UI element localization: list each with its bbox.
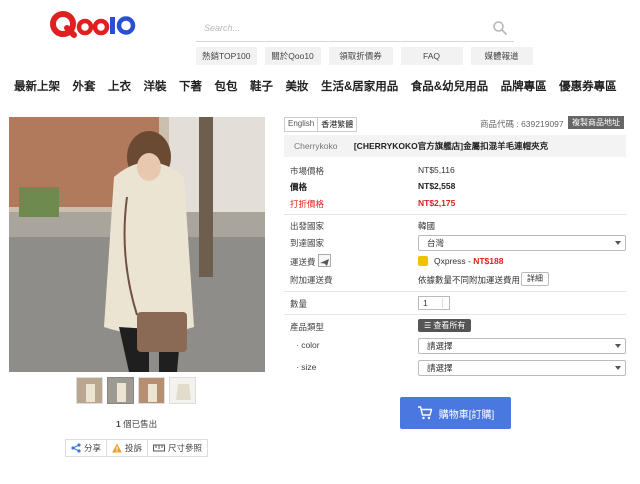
quick-link-coupon[interactable]: 領取折價券 (328, 47, 393, 65)
origin-country: 韓國 (418, 221, 436, 231)
divider (284, 314, 626, 315)
price: NT$2,558 (418, 181, 456, 191)
destination-country-select[interactable]: 台灣 (418, 235, 626, 251)
chevron-down-icon (615, 241, 621, 245)
product-code: 商品代碼 : 639219097 (480, 119, 564, 129)
quick-link-media[interactable]: 媒體報道 (470, 47, 533, 65)
category-dress[interactable]: 洋裝 (144, 78, 167, 94)
category-outer[interactable]: 外套 (73, 78, 96, 94)
airplane-icon (318, 254, 331, 267)
chevron-down-icon (615, 344, 621, 348)
language-switch: English 香港繁體 (284, 117, 358, 132)
extra-shipping-text: 依據數量不同附加運送費用 (418, 275, 521, 285)
product-name: [CHERRYKOKO官方旗艦店]金屬扣混羊毛連帽夾克 (353, 141, 549, 151)
share-icon (71, 443, 81, 453)
quantity-label: 數量 (290, 299, 308, 309)
lang-english[interactable]: English (284, 117, 319, 132)
category-bags[interactable]: 包包 (215, 78, 238, 94)
price-label: 價格 (290, 182, 308, 192)
quick-link-top100[interactable]: 熱銷TOP100 (196, 47, 257, 65)
category-new[interactable]: 最新上架 (14, 78, 60, 94)
qoo10-logo[interactable] (50, 10, 136, 40)
size-select[interactable]: 請選擇 (418, 360, 626, 376)
quick-link-about[interactable]: 關於Qoo10 (264, 47, 321, 65)
quantity-stepper[interactable]: 1 (418, 296, 450, 310)
category-beauty[interactable]: 美妝 (286, 78, 309, 94)
ruler-icon (153, 444, 166, 452)
destination-country-label: 到達國家 (290, 238, 325, 248)
list-icon: ☰ (424, 321, 434, 330)
sold-count: 1 個已售出 (116, 419, 158, 429)
product-type-label: 產品類型 (290, 322, 325, 332)
brand-name[interactable]: Cherrykoko (294, 141, 337, 151)
search-input[interactable]: Search... (204, 23, 240, 33)
category-food[interactable]: 食品&幼兒用品 (411, 78, 488, 94)
category-coupons[interactable]: 優惠券專區 (559, 78, 617, 94)
search-icon[interactable] (492, 20, 508, 36)
shipping-fee-label: 運送費 (290, 257, 316, 267)
thumbnail[interactable] (76, 377, 103, 404)
category-home[interactable]: 生活&居家用品 (321, 78, 398, 94)
search-box[interactable]: Search... (196, 16, 514, 42)
category-bottoms[interactable]: 下著 (179, 78, 202, 94)
product-title-bar: Cherrykoko [CHERRYKOKO官方旗艦店]金屬扣混羊毛連帽夾克 (284, 135, 626, 157)
shipping-method: Qxpress - NT$188 (434, 256, 504, 266)
origin-country-label: 出發國家 (290, 221, 325, 231)
discount-price: NT$2,175 (418, 198, 456, 208)
cart-icon (417, 406, 432, 420)
product-main-image[interactable] (9, 117, 265, 372)
divider (284, 291, 626, 292)
share-button[interactable]: 分享 (65, 439, 108, 457)
thumbnail[interactable] (169, 377, 196, 404)
color-select[interactable]: 請選擇 (418, 338, 626, 354)
lang-hk-traditional[interactable]: 香港繁體 (317, 117, 358, 132)
add-to-cart-button[interactable]: 購物車[訂購] (400, 397, 511, 429)
divider (284, 214, 626, 215)
stepper-arrows[interactable] (442, 298, 448, 308)
category-tops[interactable]: 上衣 (108, 78, 131, 94)
quick-links: 熱銷TOP100 關於Qoo10 領取折價券 FAQ 媒體報道 (196, 47, 533, 65)
size-reference-button[interactable]: 尺寸參照 (147, 439, 209, 457)
category-shoes[interactable]: 鞋子 (250, 78, 273, 94)
market-price-label: 市場價格 (290, 166, 325, 176)
category-brands[interactable]: 品牌專區 (501, 78, 547, 94)
thumbnail[interactable] (107, 377, 134, 404)
view-all-button[interactable]: ☰ 查看所有 (418, 319, 472, 332)
warning-icon (112, 443, 122, 453)
share-bar: 分享 投訴 尺寸參照 (65, 439, 209, 457)
market-price: NT$5,116 (418, 165, 455, 175)
chevron-down-icon (615, 366, 621, 370)
thumbnail[interactable] (138, 377, 165, 404)
color-option-label: · color (296, 340, 320, 350)
size-option-label: · size (296, 362, 317, 372)
qxpress-icon (418, 256, 428, 266)
discount-price-label: 打折價格 (290, 199, 325, 209)
report-button[interactable]: 投訴 (106, 439, 149, 457)
copy-link-button[interactable]: 複製商品地址 (568, 116, 624, 129)
category-nav: 最新上架 外套 上衣 洋裝 下著 包包 鞋子 美妝 生活&居家用品 食品&幼兒用… (14, 78, 617, 94)
extra-shipping-label: 附加運送費 (290, 275, 333, 285)
quick-link-faq[interactable]: FAQ (400, 47, 463, 65)
thumbnail-strip (76, 377, 196, 404)
detail-button[interactable]: 詳細 (521, 272, 549, 286)
